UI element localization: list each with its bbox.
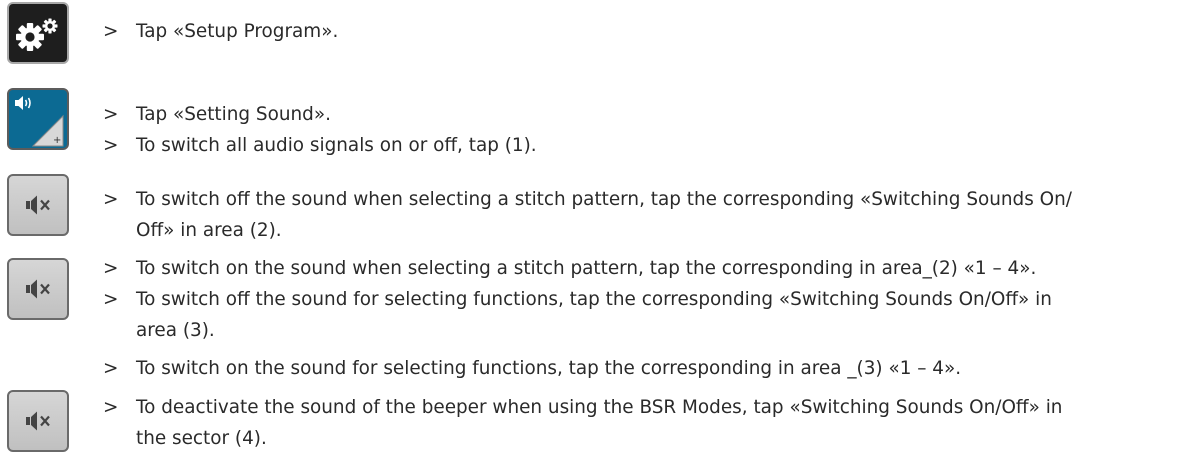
step-text: To switch off the sound when selecting a…	[136, 189, 1072, 210]
step-functions-off: > To switch off the sound for selecting f…	[103, 284, 1052, 346]
step-text-continuation: Off» in area (2).	[136, 220, 282, 241]
step-setup-program: > Tap «Setup Program».	[103, 16, 338, 47]
switching-sounds-button-2[interactable]	[7, 258, 69, 320]
step-text: To deactivate the sound of the beeper wh…	[136, 397, 1063, 418]
step-marker: >	[103, 258, 119, 279]
step-marker: >	[103, 21, 119, 42]
speaker-mute-icon	[26, 279, 50, 299]
step-text: To switch all audio signals on or off, t…	[136, 135, 537, 156]
switching-sounds-button-3[interactable]	[7, 390, 69, 452]
step-marker: >	[103, 104, 119, 125]
gear-icon	[16, 18, 58, 51]
step-switch-all-audio: > To switch all audio signals on or off, …	[103, 130, 537, 161]
step-text-continuation: area (3).	[136, 320, 215, 341]
step-marker: >	[103, 189, 119, 210]
step-stitch-off: > To switch off the sound when selecting …	[103, 184, 1072, 246]
speaker-mute-icon	[26, 411, 50, 431]
step-stitch-on: > To switch on the sound when selecting a…	[103, 253, 1036, 284]
step-functions-on: > To switch on the sound for selecting fu…	[103, 353, 961, 384]
step-bsr-beeper: > To deactivate the sound of the beeper w…	[103, 392, 1062, 454]
plus-icon: +	[53, 135, 61, 146]
speaker-mute-icon	[26, 195, 50, 215]
step-marker: >	[103, 135, 119, 156]
step-setting-sound: > Tap «Setting Sound».	[103, 99, 331, 130]
setup-program-icon[interactable]	[7, 2, 69, 64]
switching-sounds-button-1[interactable]	[7, 174, 69, 236]
step-text-continuation: the sector (4).	[136, 428, 267, 449]
step-text: To switch on the sound for selecting fun…	[136, 358, 962, 379]
step-marker: >	[103, 289, 119, 310]
sound-settings-icon: +	[15, 96, 64, 147]
step-text: Tap «Setup Program».	[136, 21, 339, 42]
step-marker: >	[103, 397, 119, 418]
setting-sound-icon[interactable]: +	[7, 88, 69, 150]
step-text: To switch off the sound for selecting fu…	[136, 289, 1052, 310]
step-text: Tap «Setting Sound».	[136, 104, 331, 125]
step-text: To switch on the sound when selecting a …	[136, 258, 1037, 279]
step-marker: >	[103, 358, 119, 379]
